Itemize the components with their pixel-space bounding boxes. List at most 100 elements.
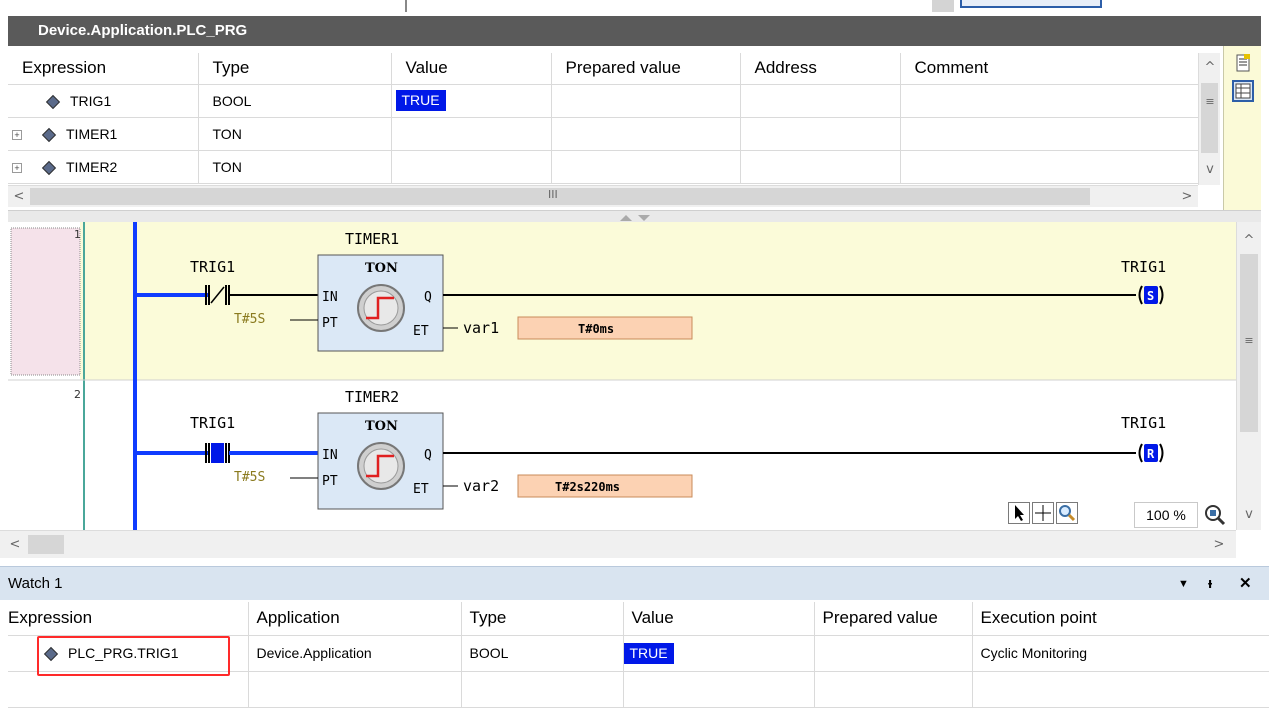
pt-constant: T#5S xyxy=(234,312,265,327)
pin-icon[interactable]: ᵻ xyxy=(1208,567,1212,601)
block-type: TON xyxy=(365,261,398,276)
watch-table: Expression Application Type Value Prepar… xyxy=(8,602,1269,708)
pin-pt-label: PT xyxy=(322,474,338,489)
scroll-grip-icon: III xyxy=(548,188,558,201)
zoom-dropdown-icon[interactable] xyxy=(1202,502,1230,528)
zoom-level[interactable]: 100 % xyxy=(1134,502,1198,528)
scroll-right-icon[interactable]: > xyxy=(1176,186,1198,208)
toolbar-fragment xyxy=(932,0,954,12)
true-value-badge: TRUE xyxy=(623,642,674,664)
network-number-1: 1 xyxy=(74,228,81,241)
scroll-grip-icon: ≡ xyxy=(1205,95,1215,108)
column-header-prepared-value[interactable]: Prepared value xyxy=(551,53,741,85)
scroll-left-icon[interactable]: < xyxy=(4,534,26,556)
timer-clock-icon xyxy=(357,284,405,332)
pin-q-label: Q xyxy=(424,290,432,305)
block-instance-name: TIMER1 xyxy=(345,230,399,248)
close-icon[interactable]: ✕ xyxy=(1239,567,1252,601)
tabular-view-icon[interactable] xyxy=(1232,80,1254,102)
table-row[interactable]: + TIMER1 TON xyxy=(8,117,1199,151)
network-1-background xyxy=(8,222,1236,380)
column-header-execution-point[interactable]: Execution point xyxy=(972,602,1269,636)
type-cell: BOOL xyxy=(461,635,624,672)
active-contact[interactable] xyxy=(205,443,230,463)
value-cell[interactable] xyxy=(391,117,552,151)
table-row[interactable]: PLC_PRG.TRIG1 Device.Application BOOL TR… xyxy=(8,635,1269,672)
prepared-value-cell[interactable] xyxy=(551,150,741,184)
prepared-value-cell[interactable] xyxy=(814,635,973,672)
column-header-comment[interactable]: Comment xyxy=(900,53,1199,85)
column-header-value[interactable]: Value xyxy=(623,602,815,636)
pan-icon[interactable] xyxy=(1032,502,1054,524)
column-header-type[interactable]: Type xyxy=(461,602,624,636)
ladder-horizontal-scrollbar[interactable]: < > xyxy=(0,530,1236,558)
scroll-right-icon[interactable]: > xyxy=(1208,534,1230,556)
column-header-application[interactable]: Application xyxy=(248,602,462,636)
coil-label: TRIG1 xyxy=(1121,258,1166,276)
column-header-expression[interactable]: Expression xyxy=(8,53,199,85)
prepared-value-cell[interactable] xyxy=(814,671,973,708)
true-value-badge: TRUE xyxy=(395,90,446,111)
declaration-side-toolbar xyxy=(1223,46,1261,212)
scrollbar-thumb[interactable] xyxy=(28,535,64,554)
column-header-address[interactable]: Address xyxy=(740,53,901,85)
panel-menu-icon[interactable]: ▼ xyxy=(1178,567,1189,601)
scroll-left-icon[interactable]: < xyxy=(8,186,30,208)
prepared-value-cell[interactable] xyxy=(551,117,741,151)
execution-point-cell[interactable] xyxy=(972,671,1269,708)
ladder-vertical-scrollbar[interactable]: ^ ≡ v xyxy=(1236,222,1261,530)
scroll-up-icon[interactable]: ^ xyxy=(1199,57,1221,79)
type-cell: TON xyxy=(198,117,392,151)
expand-icon[interactable]: + xyxy=(12,129,22,140)
scroll-down-icon[interactable]: v xyxy=(1238,504,1260,526)
reset-coil[interactable]: R xyxy=(1138,443,1164,463)
column-header-value[interactable]: Value xyxy=(391,53,552,85)
ladder-diagram-editor[interactable]: 1 2 TRIG1 TIMER1 TON IN PT Q ET T#5S var… xyxy=(8,222,1236,530)
expression-cell[interactable]: + TIMER1 xyxy=(8,117,199,151)
variable-table-vertical-scrollbar[interactable]: ^ ≡ v xyxy=(1198,53,1220,185)
prepared-value-cell[interactable] xyxy=(551,84,741,118)
value-cell[interactable]: TRUE xyxy=(391,84,552,118)
column-header-prepared-value[interactable]: Prepared value xyxy=(814,602,973,636)
scroll-up-icon[interactable]: ^ xyxy=(1238,230,1260,252)
application-cell: Device.Application xyxy=(248,635,462,672)
expand-icon[interactable]: + xyxy=(12,162,22,173)
value-cell[interactable] xyxy=(391,150,552,184)
variable-icon xyxy=(45,94,61,109)
timer-clock-icon xyxy=(357,442,405,490)
expression-cell[interactable]: TRIG1 xyxy=(8,84,199,118)
scroll-down-icon[interactable]: v xyxy=(1199,159,1221,181)
editor-title: Device.Application.PLC_PRG xyxy=(38,22,248,39)
comment-cell xyxy=(900,117,1199,151)
network-1-selection-marker[interactable] xyxy=(10,227,81,376)
variable-table-horizontal-scrollbar[interactable]: < III > xyxy=(8,185,1198,207)
editor-title-bar: Device.Application.PLC_PRG xyxy=(8,16,1261,46)
scrollbar-thumb[interactable] xyxy=(30,188,1090,205)
et-value: T#0ms xyxy=(578,322,614,336)
table-header-row: Expression Type Value Prepared value Add… xyxy=(8,53,1199,85)
ladder-canvas[interactable]: 1 2 TRIG1 TIMER1 TON IN PT Q ET T#5S var… xyxy=(8,222,1236,530)
table-row[interactable]: + TIMER2 TON xyxy=(8,150,1199,184)
execution-point-cell[interactable]: Cyclic Monitoring xyxy=(972,635,1269,672)
magnifier-icon[interactable] xyxy=(1056,502,1078,524)
contact-label: TRIG1 xyxy=(190,258,235,276)
pointer-icon[interactable] xyxy=(1008,502,1030,524)
expression-cell[interactable] xyxy=(8,671,249,708)
expression-cell[interactable]: + TIMER2 xyxy=(8,150,199,184)
pin-q-label: Q xyxy=(424,448,432,463)
expression-cell[interactable]: PLC_PRG.TRIG1 xyxy=(8,635,249,672)
value-cell[interactable]: TRUE xyxy=(623,635,815,672)
pin-et-label: ET xyxy=(413,482,429,497)
value-cell[interactable] xyxy=(623,671,815,708)
table-row[interactable] xyxy=(8,671,1269,708)
textual-view-icon[interactable] xyxy=(1232,52,1254,74)
pane-splitter[interactable] xyxy=(8,210,1261,222)
column-header-expression[interactable]: Expression xyxy=(8,602,249,636)
column-header-type[interactable]: Type xyxy=(198,53,392,85)
address-cell xyxy=(740,150,901,184)
svg-text:R: R xyxy=(1147,447,1155,461)
pin-pt-label: PT xyxy=(322,316,338,331)
table-row[interactable]: TRIG1 BOOL TRUE xyxy=(8,84,1199,118)
pin-in-label: IN xyxy=(322,448,338,463)
svg-text:S: S xyxy=(1147,289,1154,303)
